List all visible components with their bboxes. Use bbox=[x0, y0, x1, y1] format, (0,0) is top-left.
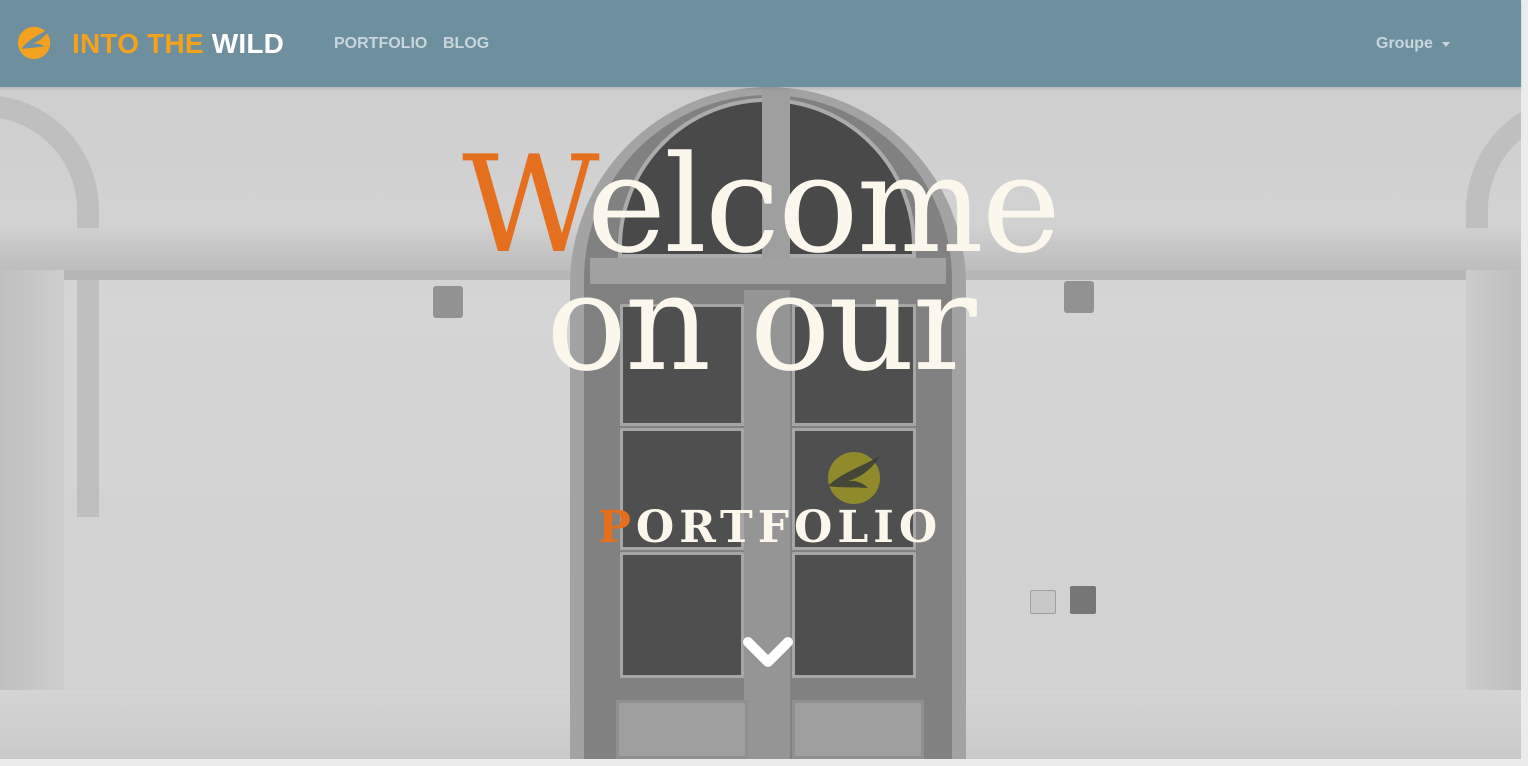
hero-title-line2: on our bbox=[546, 245, 977, 401]
hero-subtitle-initial: P bbox=[597, 502, 636, 553]
brand-name-part2: WILD bbox=[211, 28, 285, 59]
groupe-dropdown[interactable]: Groupe bbox=[1376, 35, 1450, 53]
brand-name-part1: INTO THE bbox=[72, 28, 204, 59]
groupe-dropdown-label: Groupe bbox=[1376, 35, 1433, 52]
chevron-down-icon[interactable] bbox=[742, 636, 794, 672]
hero-subtitle-rest: ORTFOLIO bbox=[635, 502, 943, 553]
nav-link-blog[interactable]: BLOG bbox=[443, 35, 489, 53]
brand-name: INTO THE WILD bbox=[72, 28, 284, 60]
brand-home-link[interactable]: INTO THE WILD bbox=[16, 24, 284, 64]
nav-link-portfolio[interactable]: PORTFOLIO bbox=[334, 35, 427, 53]
brand-logo-icon bbox=[16, 23, 54, 66]
hero-subtitle: PORTFOLIO bbox=[0, 502, 1528, 553]
top-navbar: INTO THE WILD PORTFOLIO BLOG Groupe bbox=[0, 0, 1521, 87]
portfolio-logo-icon bbox=[828, 452, 880, 504]
caret-down-icon bbox=[1441, 42, 1450, 47]
